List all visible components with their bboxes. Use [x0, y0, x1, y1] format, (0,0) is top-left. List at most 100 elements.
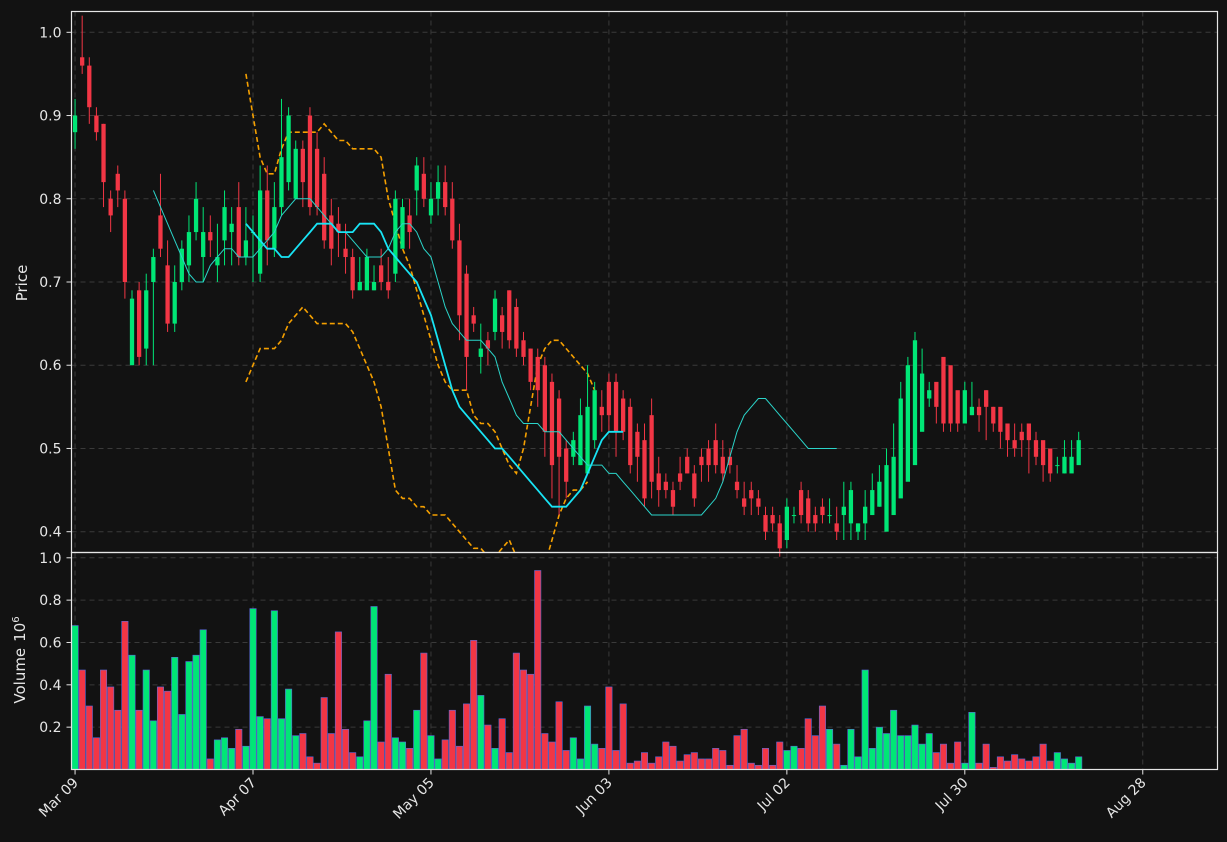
volume-bar [534, 570, 542, 770]
candle-body [613, 381, 619, 432]
volume-bar [591, 743, 599, 770]
volume-bar [256, 716, 264, 770]
volume-axis-label: Volume 106 [11, 616, 29, 703]
volume-bar [342, 728, 350, 770]
candle-body [1033, 440, 1039, 457]
volume-bar [733, 735, 741, 770]
volume-bar [192, 654, 200, 770]
volume-tick-label: 0.6 [39, 635, 61, 651]
volume-bar [199, 629, 207, 770]
price-tick-label: 0.9 [39, 109, 61, 125]
volume-bar [384, 673, 392, 770]
volume-bar [100, 669, 108, 770]
volume-bar [804, 718, 812, 770]
volume-bar [85, 705, 93, 770]
candle-body [606, 381, 612, 416]
candle-body [201, 232, 206, 258]
volume-bar [470, 640, 478, 770]
candle-body [962, 390, 967, 424]
volume-bar [292, 735, 300, 770]
volume-bar [797, 748, 805, 770]
volume-bar [1018, 758, 1026, 770]
volume-bar [883, 733, 891, 770]
volume-bar [633, 760, 641, 770]
candle-body [371, 282, 377, 291]
volume-bar [135, 709, 143, 770]
volume-bar [164, 690, 172, 770]
candle-body [549, 381, 555, 466]
volume-bar [683, 754, 691, 770]
candle-body [507, 290, 512, 341]
candle-body [443, 182, 448, 208]
volume-bar [285, 688, 293, 770]
candlestick-chart: 0.40.50.60.70.80.91.0 0.20.40.60.81.0 Ma… [0, 0, 1227, 842]
volume-tick-label: 0.2 [39, 720, 61, 736]
price-tick-label: 1.0 [39, 25, 61, 41]
candle-body [535, 356, 540, 391]
price-tick-label: 0.5 [39, 441, 61, 457]
volume-bar [826, 728, 834, 770]
volume-bar [1025, 760, 1033, 770]
volume-bar [562, 750, 570, 770]
volume-bar [769, 764, 777, 770]
candle-body [357, 282, 362, 291]
volume-tick-label: 0.4 [39, 678, 61, 694]
candle-body [108, 198, 113, 216]
candle-body [777, 523, 782, 549]
candle-body [948, 365, 953, 424]
volume-bar [406, 748, 414, 770]
volume-bar [221, 737, 229, 770]
candle-body [1005, 423, 1010, 441]
volume-bar [662, 741, 670, 770]
volume-bar [790, 745, 798, 770]
volume-bar [975, 762, 983, 770]
candle-body [122, 198, 128, 282]
candle-body [229, 223, 234, 233]
candle-body [279, 157, 284, 208]
candle-body [293, 148, 298, 199]
volume-bar [398, 741, 406, 770]
candle-body [713, 440, 718, 466]
candle-body [991, 406, 996, 424]
candle-body [621, 398, 626, 432]
volume-bar [263, 718, 271, 770]
candle-body [542, 365, 547, 432]
candle-body [813, 515, 818, 524]
candle-body [514, 306, 519, 349]
volume-bar [441, 739, 449, 770]
candle-body [136, 290, 142, 357]
volume-bar [206, 758, 214, 770]
candle-body [364, 257, 370, 291]
candle-body [642, 440, 647, 499]
candle-body [257, 190, 263, 274]
volume-bar [434, 758, 442, 770]
candle-body [763, 515, 768, 532]
volume-bar [491, 748, 499, 770]
volume-bar [370, 606, 378, 770]
volume-bar [349, 752, 357, 770]
candle-body [1048, 448, 1053, 474]
candle-body [884, 465, 889, 532]
candle-body [286, 115, 291, 183]
price-axis-label: Price [13, 265, 31, 302]
candle-body [677, 473, 683, 482]
candle-body [400, 207, 405, 249]
volume-bar [996, 756, 1004, 770]
volume-bar [242, 745, 250, 770]
candle-body [670, 490, 676, 507]
candle-body [129, 298, 135, 366]
candle-body [770, 515, 775, 524]
volume-bar [477, 695, 485, 770]
candle-body [1012, 440, 1017, 449]
volume-bar [270, 610, 278, 770]
volume-bar [925, 733, 933, 770]
candle-body [1019, 431, 1024, 441]
volume-bar [306, 756, 314, 770]
volume-bar [968, 712, 976, 770]
volume-bar [334, 631, 342, 770]
volume-bar [142, 669, 150, 770]
candle-body [635, 431, 640, 457]
volume-bar [498, 718, 506, 770]
volume-bar [626, 762, 634, 770]
candle-body [236, 207, 241, 258]
